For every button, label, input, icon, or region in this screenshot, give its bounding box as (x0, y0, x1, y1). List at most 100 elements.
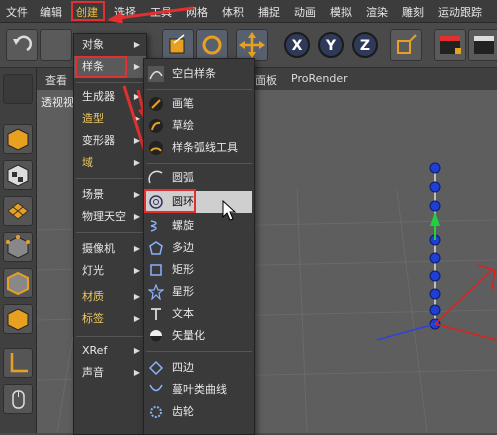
menu-file[interactable]: 文件 (6, 4, 28, 20)
create-menu-scene[interactable]: 场景 ▶ (74, 184, 146, 206)
z-axis-lock-button[interactable]: Z (352, 32, 378, 58)
spline-helix-label: 螺旋 (172, 219, 194, 232)
grid-plane-icon (7, 202, 29, 220)
menu-divider (146, 351, 252, 352)
move-button[interactable] (236, 29, 268, 61)
chevron-right-icon: ▶ (133, 314, 140, 323)
spline-submenu: 空白样条 画笔 草绘 样条弧线工具 圆弧 圆环 螺旋 多边 矩形 星形 文本 矢… (143, 58, 255, 435)
undo-button[interactable] (6, 29, 38, 61)
create-menu-sound[interactable]: 声音 ▶ (74, 362, 146, 384)
menu-divider (146, 89, 252, 90)
create-menu-scene-label: 场景 (82, 188, 104, 201)
mouse-cursor-icon (222, 200, 237, 221)
menu-simulate[interactable]: 模拟 (330, 4, 352, 20)
create-menu-object-label: 对象 (82, 38, 104, 51)
spline-polygon-label: 多边 (172, 241, 194, 254)
spline-arc-item[interactable]: 圆弧 (144, 167, 254, 189)
create-menu-object[interactable]: 对象 ▶ (74, 34, 146, 56)
create-menu-material[interactable]: 材质 ▶ (74, 286, 146, 308)
menu-divider (146, 163, 252, 164)
chevron-right-icon: ▶ (133, 40, 140, 49)
redo-button[interactable] (40, 29, 72, 61)
spline-sketch-item[interactable]: 草绘 (144, 115, 254, 137)
chevron-right-icon: ▶ (133, 62, 140, 71)
create-menu-camera[interactable]: 摄像机 ▶ (74, 238, 146, 260)
spline-text-item[interactable]: 文本 (144, 303, 254, 325)
menu-divider (76, 232, 144, 233)
create-menu-highlight (71, 1, 105, 21)
model-mode-button[interactable] (3, 74, 33, 104)
spline-arc-tool-item[interactable]: 样条弧线工具 (144, 137, 254, 159)
undo-icon (13, 35, 32, 52)
spline-cissoid-label: 蔓叶类曲线 (172, 383, 227, 396)
create-menu-tag[interactable]: 标签 ▶ (74, 308, 146, 330)
workplane-button[interactable] (3, 196, 33, 226)
spline-polygon-item[interactable]: 多边 (144, 237, 254, 259)
rotate-icon (202, 35, 222, 55)
menu-volume[interactable]: 体积 (222, 4, 244, 20)
axis-mode-button[interactable] (3, 348, 33, 378)
create-menu-tag-label: 标签 (82, 312, 104, 325)
chevron-right-icon: ▶ (133, 212, 140, 221)
create-menu-generator-label: 生成器 (82, 90, 115, 103)
spline-cissoid-item[interactable]: 蔓叶类曲线 (144, 379, 254, 401)
spline-cogwheel-label: 齿轮 (172, 405, 194, 418)
x-axis-lock-button[interactable]: X (284, 32, 310, 58)
view-menu[interactable]: 查看 (45, 72, 67, 88)
texture-mode-button[interactable] (3, 160, 33, 190)
cube-icon (7, 128, 29, 151)
spline-cogwheel-item[interactable]: 齿轮 (144, 401, 254, 423)
menu-edit[interactable]: 编辑 (40, 4, 62, 20)
tweak-mode-button[interactable] (3, 384, 33, 414)
checker-cube-icon (7, 164, 29, 187)
y-axis-lock-button[interactable]: Y (318, 32, 344, 58)
menu-animate[interactable]: 动画 (294, 4, 316, 20)
spline-arc-tool-icon (149, 141, 163, 155)
sketch-icon (149, 119, 163, 133)
create-menu-xref-label: XRef (82, 344, 108, 357)
create-menu-material-label: 材质 (82, 290, 104, 303)
menu-divider (76, 336, 144, 337)
spline-empty-item[interactable]: 空白样条 (144, 63, 254, 85)
create-menu-physical-sky[interactable]: 物理天空 ▶ (74, 206, 146, 228)
empty-spline-icon (148, 66, 164, 82)
point-mode-button[interactable] (3, 232, 33, 262)
four-side-icon (148, 360, 164, 376)
chevron-right-icon: ▶ (133, 292, 140, 301)
menu-sculpt[interactable]: 雕刻 (402, 4, 424, 20)
menu-render[interactable]: 渲染 (366, 4, 388, 20)
menu-motion-tracking[interactable]: 运动跟踪 (438, 4, 482, 20)
spline-menu-highlight (75, 56, 127, 78)
scale-icon (169, 34, 185, 54)
spline-text-label: 文本 (172, 307, 194, 320)
mouse-icon (12, 390, 25, 409)
rectangle-icon (150, 264, 162, 276)
spline-star-item[interactable]: 星形 (144, 281, 254, 303)
text-icon (151, 308, 161, 320)
create-menu-light[interactable]: 灯光 ▶ (74, 260, 146, 282)
polygon-mode-button[interactable] (3, 304, 33, 334)
spline-arc-label: 圆弧 (172, 171, 194, 184)
chevron-right-icon: ▶ (133, 368, 140, 377)
rotate-button[interactable] (196, 29, 228, 61)
coordinate-system-button[interactable] (390, 29, 422, 61)
create-menu-light-label: 灯光 (82, 264, 104, 277)
create-menu-field-label: 域 (82, 156, 93, 169)
points-cube-icon (6, 235, 30, 259)
object-mode-button[interactable] (3, 124, 33, 154)
render-view-button[interactable] (434, 29, 466, 61)
spline-pen-item[interactable]: 画笔 (144, 93, 254, 115)
create-menu-xref[interactable]: XRef ▶ (74, 340, 146, 362)
edge-mode-button[interactable] (3, 268, 33, 298)
menu-snap[interactable]: 捕捉 (258, 4, 280, 20)
spline-rectangle-label: 矩形 (172, 263, 194, 276)
spline-rectangle-item[interactable]: 矩形 (144, 259, 254, 281)
spline-four-side-item[interactable]: 四边 (144, 357, 254, 379)
panel-menu[interactable]: 面板 (255, 72, 277, 88)
prorender-menu[interactable]: ProRender (291, 72, 348, 85)
spline-vectorizer-item[interactable]: 矢量化 (144, 325, 254, 347)
create-menu-camera-label: 摄像机 (82, 242, 115, 255)
render-picture-viewer-button[interactable] (468, 29, 497, 61)
coordinate-system-icon (397, 34, 417, 54)
scale-button[interactable] (162, 29, 194, 61)
